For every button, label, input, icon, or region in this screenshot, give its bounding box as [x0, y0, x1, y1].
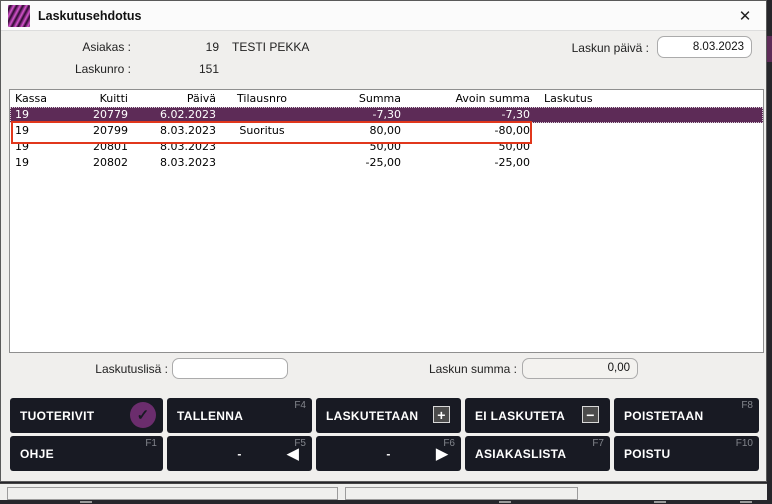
ei-laskuteta-button[interactable]: EI LASKUTETA − — [465, 398, 610, 433]
laskunro-label: Laskunro : — [31, 61, 131, 77]
fkey-label: F4 — [294, 400, 306, 411]
title-bar: Laskutusehdotus ✕ — [1, 1, 766, 31]
status-panel — [345, 487, 578, 500]
fkey-label: F7 — [592, 438, 604, 449]
button-label: TUOTERIVIT — [20, 409, 94, 423]
close-icon[interactable]: ✕ — [734, 5, 756, 27]
app-icon — [8, 5, 30, 27]
button-label: LASKUTETAAN — [326, 409, 418, 423]
button-label: ASIAKASLISTA — [475, 447, 566, 461]
background-window-fragment — [767, 36, 772, 62]
table-cell: 20802 — [74, 155, 128, 171]
table-cell: -25,00 — [401, 155, 530, 171]
next-button[interactable]: - ▶ F6 — [316, 436, 461, 471]
table-cell: 80,00 — [308, 123, 401, 139]
screen: Laskutusehdotus ✕ Asiakas : 19 TESTI PEK… — [0, 0, 772, 504]
table-cell — [216, 155, 308, 171]
fkey-label: F8 — [741, 400, 753, 411]
table-cell: -7,30 — [401, 107, 530, 123]
table-cell: 6.02.2023 — [128, 107, 216, 123]
asiakas-name: TESTI PEKKA — [232, 39, 452, 55]
table-cell: -80,00 — [401, 123, 530, 139]
taskbar-tick — [80, 501, 92, 503]
asiakaslista-button[interactable]: ASIAKASLISTA F7 — [465, 436, 610, 471]
table-cell: 19 — [10, 155, 74, 171]
poistetaan-button[interactable]: POISTETAAN F8 — [614, 398, 759, 433]
laskun-summa-label: Laskun summa : — [409, 361, 517, 377]
table-row[interactable]: 19208028.03.2023 -25,00-25,00 — [10, 155, 763, 171]
table-cell — [530, 155, 763, 171]
table-cell: 50,00 — [308, 139, 401, 155]
table-row[interactable]: 19207998.03.2023Suoritus80,00-80,00 — [10, 123, 763, 139]
laskun-paiva-label: Laskun päivä : — [541, 40, 649, 56]
tuoterivit-button[interactable]: TUOTERIVIT ✓ — [10, 398, 163, 433]
laskun-summa-field: 0,00 — [522, 358, 638, 379]
previous-button[interactable]: - ◀ F5 — [167, 436, 312, 471]
plus-icon: + — [433, 406, 450, 423]
column-header[interactable]: Päivä — [128, 90, 216, 107]
button-label: TALLENNA — [177, 409, 243, 423]
table-header: KassaKuittiPäiväTilausnroSummaAvoin summ… — [10, 90, 763, 107]
laskunro-value: 151 — [141, 61, 219, 77]
column-header[interactable]: Laskutus — [530, 90, 763, 107]
table-cell — [216, 139, 308, 155]
table-row[interactable]: 19207796.02.2023 -7,30-7,30 — [10, 107, 763, 123]
button-label: POISTU — [624, 447, 670, 461]
table-body: 19207796.02.2023-7,30-7,3019207998.03.20… — [10, 107, 763, 171]
laskutusehdotus-window: Laskutusehdotus ✕ Asiakas : 19 TESTI PEK… — [0, 0, 767, 482]
taskbar-tick — [654, 501, 666, 503]
laskutuslisa-input[interactable] — [172, 358, 288, 379]
table-cell: -25,00 — [308, 155, 401, 171]
table-cell: Suoritus — [216, 123, 308, 139]
column-header[interactable]: Tilausnro — [216, 90, 308, 107]
table-cell: -7,30 — [308, 107, 401, 123]
table-cell: 20779 — [74, 107, 128, 123]
background-window-statusbar — [0, 483, 767, 500]
button-label: - — [237, 447, 241, 461]
column-header[interactable]: Summa — [308, 90, 401, 107]
asiakas-label: Asiakas : — [31, 39, 131, 55]
table-cell: 50,00 — [401, 139, 530, 155]
fkey-label: F10 — [736, 438, 753, 449]
button-label: POISTETAAN — [624, 409, 703, 423]
taskbar-tick — [499, 501, 511, 503]
laskutuslisa-label: Laskutuslisä : — [61, 361, 168, 377]
table-cell — [530, 107, 763, 123]
table-cell: 19 — [10, 123, 74, 139]
tallenna-button[interactable]: TALLENNA F4 — [167, 398, 312, 433]
table-cell: 8.03.2023 — [128, 139, 216, 155]
poistu-button[interactable]: POISTU F10 — [614, 436, 759, 471]
check-circle-icon: ✓ — [130, 402, 156, 428]
minus-icon: − — [582, 406, 599, 423]
table-cell: 8.03.2023 — [128, 155, 216, 171]
asiakas-number: 19 — [141, 39, 219, 55]
button-label: EI LASKUTETA — [475, 409, 565, 423]
column-header[interactable]: Kassa — [10, 90, 74, 107]
taskbar-tick — [740, 501, 752, 503]
column-header[interactable]: Avoin summa — [401, 90, 530, 107]
function-button-grid: TUOTERIVIT ✓ TALLENNA F4 LASKUTETAAN + E… — [10, 398, 759, 471]
table-cell: 19 — [10, 139, 74, 155]
table-cell — [530, 123, 763, 139]
receipt-table: KassaKuittiPäiväTilausnroSummaAvoin summ… — [9, 89, 764, 353]
table-cell: 19 — [10, 107, 74, 123]
table-cell — [530, 139, 763, 155]
laskutetaan-button[interactable]: LASKUTETAAN + — [316, 398, 461, 433]
fkey-label: F6 — [443, 438, 455, 449]
button-label: - — [386, 447, 390, 461]
button-label: OHJE — [20, 447, 54, 461]
table-cell: 8.03.2023 — [128, 123, 216, 139]
fkey-label: F1 — [145, 438, 157, 449]
window-title: Laskutusehdotus — [38, 9, 142, 23]
table-cell: 20799 — [74, 123, 128, 139]
table-cell — [216, 107, 308, 123]
column-header[interactable]: Kuitti — [74, 90, 128, 107]
laskun-paiva-field[interactable] — [657, 36, 752, 58]
status-panel — [7, 487, 338, 500]
table-cell: 20801 — [74, 139, 128, 155]
ohje-button[interactable]: OHJE F1 — [10, 436, 163, 471]
table-row[interactable]: 19208018.03.2023 50,0050,00 — [10, 139, 763, 155]
fkey-label: F5 — [294, 438, 306, 449]
